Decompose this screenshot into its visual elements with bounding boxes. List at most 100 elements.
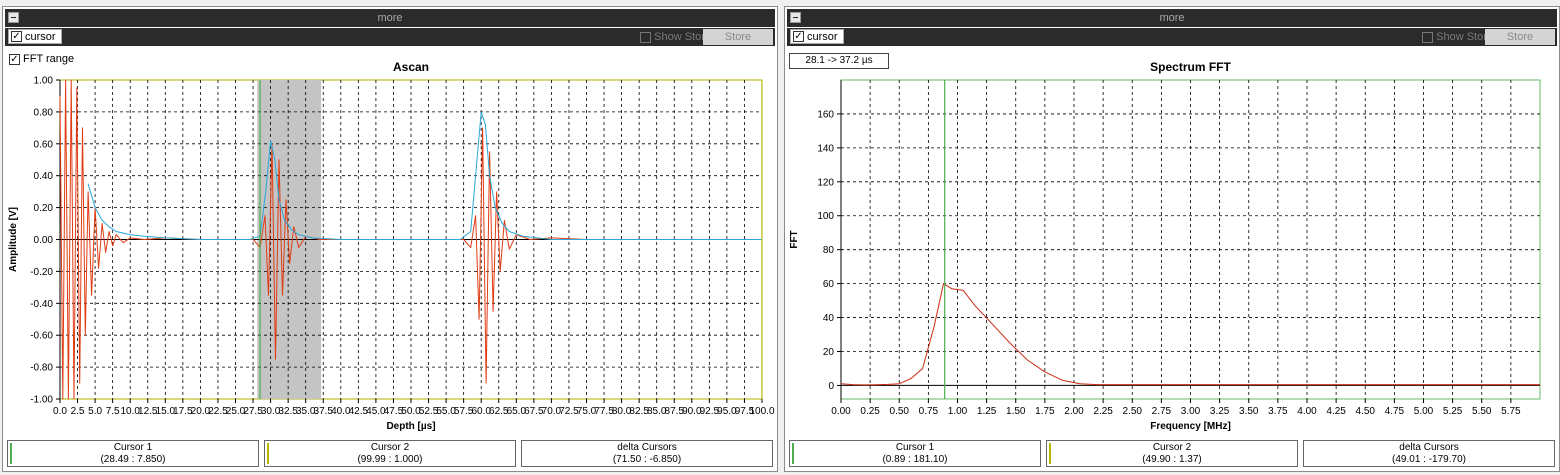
x-tick-label: 1.75 [1035, 406, 1055, 417]
chart-title: Spectrum FFT [1150, 60, 1231, 74]
ascan-chart[interactable]: Ascan0.0 2.5 5.0 7.5 10.012.515.017.520.022.… [3, 51, 779, 441]
delta-cursors-readout: delta Cursors (71.50 : -6.850) [521, 440, 773, 467]
fft-range-readout: 28.1 -> 37.2 µs [789, 53, 889, 69]
y-tick-label: 1.00 [34, 76, 54, 87]
y-tick-label: -0.80 [30, 363, 53, 374]
y-tick-label: 160 [817, 109, 834, 120]
show-store-checkbox[interactable]: Show Store [1420, 30, 1493, 44]
x-tick-label: 0.0 [53, 406, 67, 417]
toolbar: ✓ cursor Show Store Store [787, 28, 1557, 46]
x-tick-label: 0.75 [919, 406, 939, 417]
x-tick-label: 2.5 [71, 406, 85, 417]
y-tick-label: 0.20 [34, 203, 54, 214]
x-tick-label: 5.0 [88, 406, 102, 417]
cursor1-label: Cursor 1 [895, 442, 935, 453]
fft-chart[interactable]: Spectrum FFT 0.00 0.25 0.50 0.75 1.00 1.25 1.50… [785, 51, 1560, 441]
y-tick-label: -0.20 [30, 267, 53, 278]
more-bar[interactable]: more [5, 9, 775, 27]
more-bar[interactable]: more [787, 9, 1557, 27]
cursor-checkbox[interactable]: ✓ cursor [790, 29, 844, 44]
cursor2-label: Cursor 2 [370, 442, 410, 453]
cursor2-readout: Cursor 2 (99.99 : 1.000) [264, 440, 516, 467]
delta-cursors-label: delta Cursors [617, 442, 677, 453]
ascan-panel: more ✓ cursor Show Store Store Ascan 0.0 2… [2, 6, 778, 472]
cursor1-readout: Cursor 1 (0.89 : 181.10) [789, 440, 1041, 467]
x-tick-label: 3.75 [1268, 406, 1288, 417]
y-tick-label: 120 [817, 177, 834, 188]
x-tick-label: 3.00 [1181, 406, 1201, 417]
x-tick-label: 2.25 [1093, 406, 1113, 417]
y-tick-label: 140 [817, 143, 834, 154]
cursor1-color-marker [792, 443, 794, 464]
collapse-icon[interactable] [790, 12, 801, 23]
chart-title: Ascan [393, 60, 429, 74]
y-tick-label: 40 [823, 313, 835, 324]
store-button[interactable]: Store [1485, 29, 1555, 45]
x-tick-label: 3.25 [1210, 406, 1230, 417]
cursor2-label: Cursor 2 [1152, 442, 1192, 453]
fft-range-checkbox[interactable]: ✓ FFT range [7, 53, 74, 65]
checkbox-unchecked-icon [640, 31, 652, 43]
collapse-icon[interactable] [8, 12, 19, 23]
cursor2-color-marker [1049, 443, 1051, 464]
y-tick-label: -0.40 [30, 299, 53, 310]
cursor1-value: (0.89 : 181.10) [882, 454, 948, 465]
y-tick-label: 20 [823, 347, 835, 358]
x-tick-label: 2.50 [1123, 406, 1143, 417]
x-tick-label: 4.50 [1356, 406, 1376, 417]
delta-cursors-value: (71.50 : -6.850) [612, 454, 682, 465]
fft-range-label: FFT range [23, 53, 75, 65]
y-tick-label: -1.00 [30, 395, 53, 406]
fft-panel: more ✓ cursor Show Store Store Spectrum … [784, 6, 1560, 472]
x-tick-label: 4.00 [1297, 406, 1317, 417]
x-tick-label: 1.00 [948, 406, 968, 417]
cursor-checkbox[interactable]: ✓ cursor [8, 29, 62, 44]
x-tick-label: 2.75 [1152, 406, 1172, 417]
x-axis-label: Frequency [MHz] [1150, 421, 1231, 432]
cursor2-readout: Cursor 2 (49.90 : 1.37) [1046, 440, 1298, 467]
cursor2-color-marker [267, 443, 269, 464]
x-tick-label: 5.25 [1443, 406, 1463, 417]
cursor1-color-marker [10, 443, 12, 464]
y-axis-label: Amplitude [V] [8, 207, 19, 272]
cursor-label: cursor [807, 30, 838, 43]
y-tick-label: 0.40 [34, 171, 54, 182]
cursor2-value: (49.90 : 1.37) [1142, 454, 1202, 465]
cursor1-value: (28.49 : 7.850) [100, 454, 166, 465]
checkbox-checked-icon: ✓ [11, 31, 22, 42]
cursor-readouts: Cursor 1 (0.89 : 181.10) Cursor 2 (49.90… [787, 440, 1557, 468]
checkbox-checked-icon: ✓ [793, 31, 804, 42]
x-tick-label: 4.25 [1326, 406, 1346, 417]
x-tick-label: 2.00 [1064, 406, 1084, 417]
y-tick-label: 0.60 [34, 139, 54, 150]
x-tick-label: 5.50 [1472, 406, 1492, 417]
more-label: more [377, 12, 403, 24]
store-button[interactable]: Store [703, 29, 773, 45]
cursor1-label: Cursor 1 [113, 442, 153, 453]
delta-cursors-value: (49.01 : -179.70) [1392, 454, 1466, 465]
delta-cursors-readout: delta Cursors (49.01 : -179.70) [1303, 440, 1555, 467]
show-store-checkbox[interactable]: Show Store [638, 30, 711, 44]
more-label: more [1159, 12, 1185, 24]
y-axis-label: FFT [789, 230, 800, 248]
x-tick-label: 1.50 [1006, 406, 1026, 417]
x-tick-label: 7.5 [106, 406, 120, 417]
y-tick-label: 80 [823, 245, 835, 256]
x-tick-label: 1.25 [977, 406, 997, 417]
x-tick-label: 3.50 [1239, 406, 1259, 417]
cursor-readouts: Cursor 1 (28.49 : 7.850) Cursor 2 (99.99… [5, 440, 775, 468]
y-tick-label: 60 [823, 279, 835, 290]
x-tick-label: 100.0 [749, 406, 774, 417]
y-tick-label: 0.80 [34, 107, 54, 118]
x-axis-label: Depth [µs] [386, 421, 435, 432]
cursor2-value: (99.99 : 1.000) [357, 454, 423, 465]
y-tick-label: -0.60 [30, 331, 53, 342]
cursor1-readout: Cursor 1 (28.49 : 7.850) [7, 440, 259, 467]
checkbox-unchecked-icon [1422, 31, 1434, 43]
x-tick-label: 0.25 [860, 406, 880, 417]
y-tick-label: 0 [828, 381, 834, 392]
x-tick-label: 5.75 [1501, 406, 1521, 417]
x-tick-label: 5.00 [1414, 406, 1434, 417]
toolbar: ✓ cursor Show Store Store [5, 28, 775, 46]
y-tick-label: 100 [817, 211, 834, 222]
